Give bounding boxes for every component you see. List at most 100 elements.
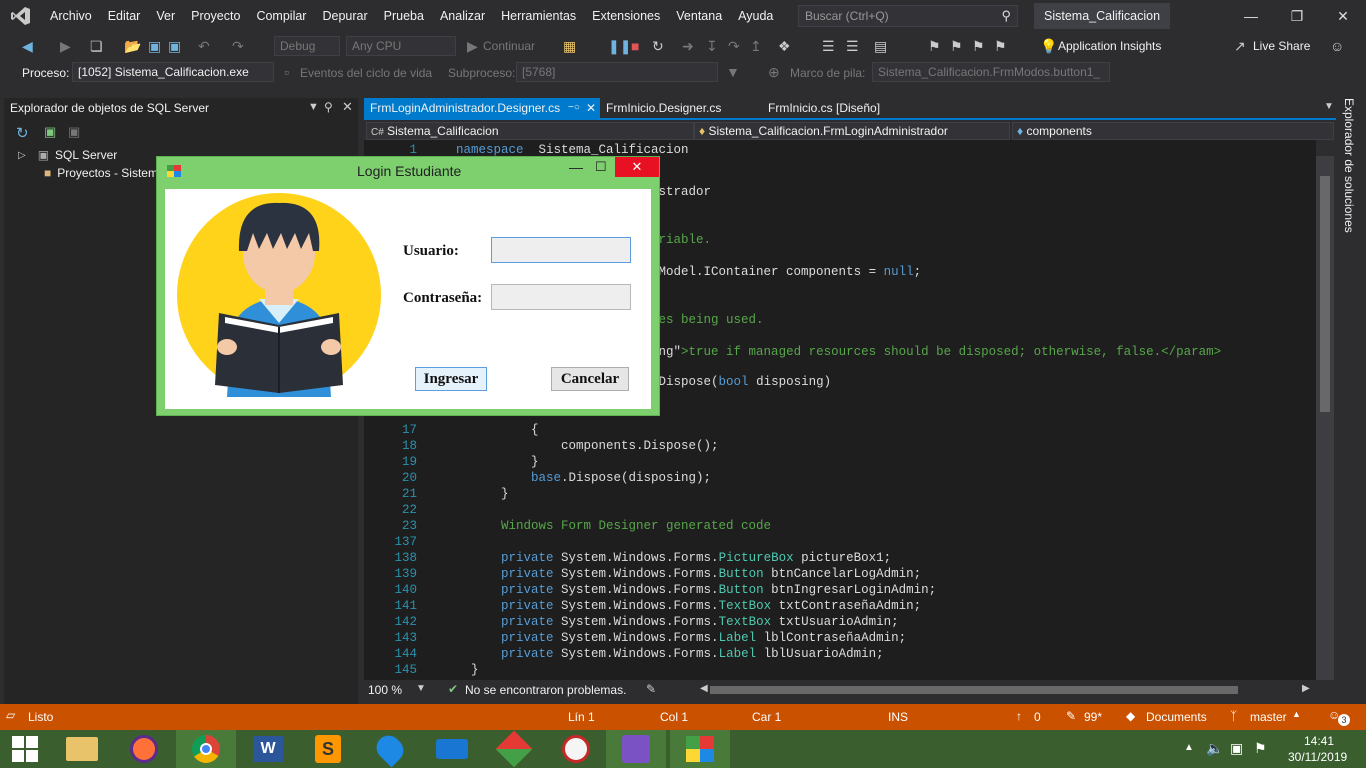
- search-icon[interactable]: ⚲: [1001, 8, 1011, 24]
- live-share-icon[interactable]: ↗: [1234, 38, 1246, 55]
- stop-icon[interactable]: ■: [631, 38, 639, 54]
- redo-icon[interactable]: ↷: [232, 38, 244, 55]
- bookmark-clear-icon[interactable]: ⚑: [994, 38, 1007, 55]
- stack-frame-dropdown[interactable]: Sistema_Calificacion.FrmModos.button1_: [872, 62, 1110, 82]
- arrow-up-icon[interactable]: ↑: [1016, 709, 1022, 723]
- cleanup-icon[interactable]: ✎: [646, 682, 656, 696]
- lifecycle-events-button[interactable]: Eventos del ciclo de vida: [300, 66, 432, 80]
- clock-time[interactable]: 14:41: [1304, 734, 1334, 748]
- code-line[interactable]: 143 private System.Windows.Forms.Label l…: [364, 630, 1316, 646]
- snipping-tool-icon[interactable]: [546, 730, 606, 768]
- restore-icon[interactable]: ❐: [1274, 0, 1320, 32]
- filter-icon[interactable]: ▼: [726, 64, 740, 80]
- class-dropdown[interactable]: ♦ Sistema_Calificacion.FrmLoginAdministr…: [694, 122, 1010, 140]
- zoom-level[interactable]: 100 %: [368, 683, 402, 697]
- firefox-icon[interactable]: [114, 730, 174, 768]
- contrasena-input[interactable]: [491, 284, 631, 310]
- visual-studio-icon[interactable]: [606, 730, 666, 768]
- scroll-right-icon[interactable]: ▶: [1302, 683, 1310, 694]
- tab-frminicio-designer[interactable]: FrmInicio.Designer.cs: [600, 98, 727, 118]
- repo-icon[interactable]: ◆: [1126, 709, 1135, 723]
- scroll-left-icon[interactable]: ◀: [700, 683, 708, 694]
- solution-explorer-tab[interactable]: Explorador de soluciones: [1342, 98, 1356, 233]
- volume-icon[interactable]: 🔈: [1206, 740, 1223, 757]
- back-icon[interactable]: ◀: [22, 38, 33, 55]
- chrome-icon[interactable]: [176, 730, 236, 768]
- menu-extensiones[interactable]: Extensiones: [584, 0, 668, 32]
- continue-button[interactable]: Continuar: [483, 39, 535, 53]
- sublime-icon[interactable]: S: [298, 730, 358, 768]
- changes-count[interactable]: 99*: [1084, 710, 1102, 724]
- hex-display-icon[interactable]: ❖: [778, 38, 791, 55]
- code-line[interactable]: 22: [364, 502, 1316, 518]
- step-into-icon[interactable]: ↧: [706, 38, 718, 55]
- maps-icon[interactable]: [360, 730, 420, 768]
- dialog-titlebar[interactable]: Login Estudiante — ☐ ✕: [157, 157, 659, 187]
- branch-icon[interactable]: ᛉ: [1230, 709, 1237, 723]
- ingresar-button[interactable]: Ingresar: [415, 367, 487, 391]
- code-line[interactable]: 138 private System.Windows.Forms.Picture…: [364, 550, 1316, 566]
- code-line[interactable]: 137: [364, 534, 1316, 550]
- problems-status[interactable]: No se encontraron problemas.: [465, 683, 626, 697]
- code-line[interactable]: 20 base.Dispose(disposing);: [364, 470, 1316, 486]
- file-explorer-icon[interactable]: [52, 730, 112, 768]
- language-icon[interactable]: ⚑: [1254, 740, 1267, 757]
- menu-prueba[interactable]: Prueba: [376, 0, 432, 32]
- branch-up-icon[interactable]: ▲: [1292, 709, 1301, 719]
- disconnect-icon[interactable]: ▣: [68, 124, 80, 140]
- search-input[interactable]: Buscar (Ctrl+Q) ⚲: [798, 5, 1018, 27]
- restart-icon[interactable]: ↻: [652, 38, 664, 55]
- branch-name[interactable]: master: [1250, 710, 1287, 724]
- tab-frmloginadministrador-designer[interactable]: FrmLoginAdministrador.Designer.cs −○ ✕: [364, 98, 600, 118]
- bookmark-next-icon[interactable]: ⚑: [972, 38, 985, 55]
- menu-proyecto[interactable]: Proyecto: [183, 0, 248, 32]
- tray-expand-icon[interactable]: ▲: [1184, 742, 1194, 753]
- code-line[interactable]: 18 components.Dispose();: [364, 438, 1316, 454]
- dialog-maximize-icon[interactable]: ☐: [595, 159, 607, 175]
- align-icon[interactable]: ▤: [874, 38, 887, 55]
- minimize-icon[interactable]: —: [1228, 0, 1274, 32]
- menu-ventana[interactable]: Ventana: [668, 0, 730, 32]
- scroll-thumb[interactable]: [1320, 176, 1330, 412]
- project-dropdown[interactable]: C# Sistema_Calificacion: [366, 122, 694, 140]
- code-line[interactable]: 23 Windows Form Designer generated code: [364, 518, 1316, 534]
- code-line[interactable]: 139 private System.Windows.Forms.Button …: [364, 566, 1316, 582]
- code-line[interactable]: 144 private System.Windows.Forms.Label l…: [364, 646, 1316, 662]
- tree-item-sql-server[interactable]: ▷ ▣ SQL Server: [4, 146, 117, 164]
- cancelar-button[interactable]: Cancelar: [551, 367, 629, 391]
- zoom-dropdown-icon[interactable]: ▼: [416, 683, 426, 694]
- forward-icon[interactable]: ▶: [60, 38, 71, 55]
- dialog-minimize-icon[interactable]: —: [569, 159, 583, 175]
- menu-depurar[interactable]: Depurar: [314, 0, 375, 32]
- threads-icon[interactable]: ☰: [822, 38, 835, 55]
- network-icon[interactable]: ▣: [1230, 740, 1243, 757]
- winforms-app-icon[interactable]: [670, 730, 730, 768]
- menu-archivo[interactable]: Archivo: [42, 0, 100, 32]
- thread-dropdown[interactable]: [5768]: [516, 62, 718, 82]
- code-line[interactable]: 21 }: [364, 486, 1316, 502]
- process-dropdown[interactable]: [1052] Sistema_Calificacion.exe: [72, 62, 274, 82]
- expand-icon[interactable]: ▷: [18, 150, 26, 161]
- pin-icon[interactable]: −○: [568, 98, 580, 118]
- usuario-input[interactable]: [491, 237, 631, 263]
- new-project-icon[interactable]: ❏: [90, 38, 103, 55]
- close-icon[interactable]: ✕: [1320, 0, 1366, 32]
- application-insights-button[interactable]: Application Insights: [1058, 39, 1161, 53]
- menu-herramientas[interactable]: Herramientas: [493, 0, 584, 32]
- windows-start-icon[interactable]: [0, 730, 50, 768]
- tab-close-icon[interactable]: ✕: [586, 98, 596, 118]
- continue-icon[interactable]: ▶: [467, 38, 478, 55]
- bookmark-prev-icon[interactable]: ⚑: [950, 38, 963, 55]
- platform-dropdown[interactable]: Any CPU: [346, 36, 456, 56]
- code-line[interactable]: 145 }: [364, 662, 1316, 678]
- unpushed-count[interactable]: 0: [1034, 710, 1041, 724]
- refresh-icon[interactable]: ↻: [16, 124, 29, 142]
- tab-overflow-icon[interactable]: ▼: [1324, 101, 1334, 112]
- tree-item-projects[interactable]: ■ Proyectos - Sistem: [4, 164, 158, 182]
- clock-date[interactable]: 30/11/2019: [1288, 750, 1347, 764]
- code-line[interactable]: 140 private System.Windows.Forms.Button …: [364, 582, 1316, 598]
- bookmark-icon[interactable]: ⚑: [928, 38, 941, 55]
- pin-icon[interactable]: ⚲: [324, 100, 333, 114]
- sourcetree-icon[interactable]: [484, 730, 544, 768]
- tab-frminicio-design[interactable]: FrmInicio.cs [Diseño]: [762, 98, 886, 118]
